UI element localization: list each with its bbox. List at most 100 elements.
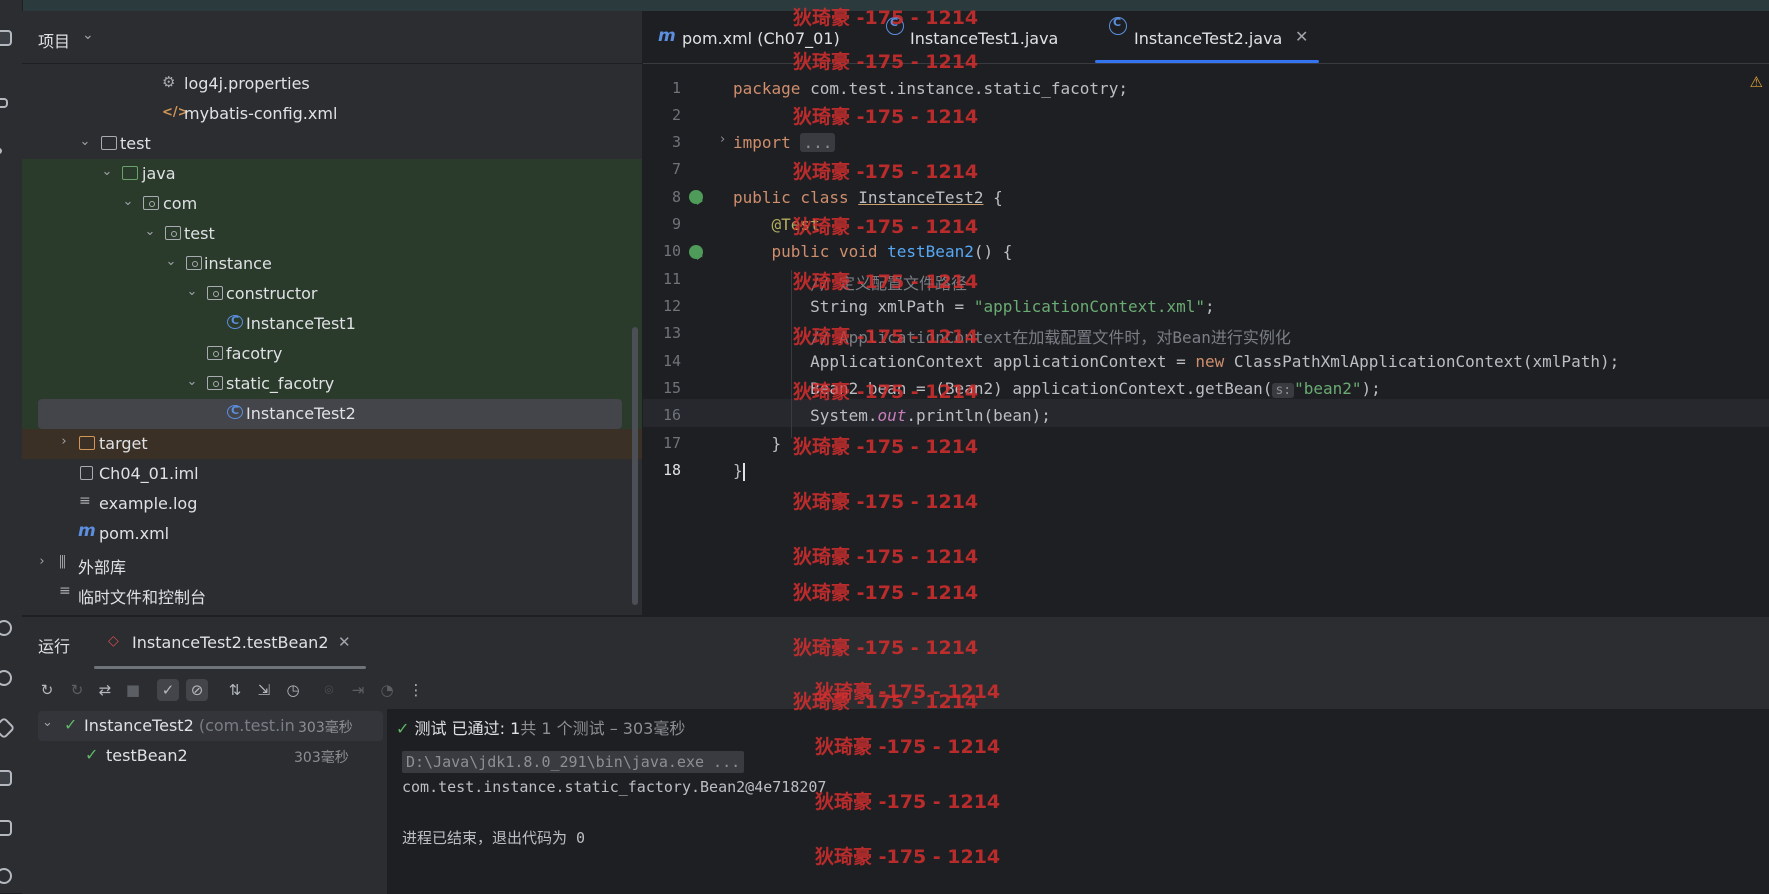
console-output[interactable]: ✓ 测试 已通过: 1共 1 个测试 – 303毫秒 D:\Java\jdk1.… (388, 681, 1769, 894)
warning-icon[interactable]: ⚠ (1750, 73, 1763, 91)
run-test-method-icon[interactable] (689, 245, 703, 260)
chevron-down-icon[interactable]: ⌄ (78, 134, 92, 149)
tree-item-java[interactable]: ⌄ java (22, 159, 642, 189)
tree-item-example-log[interactable]: ≡ example.log (22, 489, 642, 519)
chevron-down-icon[interactable]: ⌄ (185, 284, 199, 299)
sort-icon[interactable]: ⇅ (224, 679, 246, 701)
project-scrollbar[interactable] (632, 327, 638, 605)
project-panel-header: 项目 ⌄ (22, 11, 642, 64)
tree-item-mybatis-config[interactable]: </> mybatis-config.xml (22, 99, 642, 129)
history-icon[interactable]: ◷ (282, 679, 304, 701)
code-text: .println(bean); (906, 406, 1051, 425)
run-tab-indicator (94, 666, 366, 669)
collapse-icon[interactable]: ⇲ (253, 679, 275, 701)
show-passed-icon[interactable]: ✓ (157, 679, 179, 701)
terminal-tool-icon[interactable] (0, 820, 12, 836)
class-name: InstanceTest2 (858, 188, 984, 207)
chevron-down-icon[interactable]: ⌄ (100, 164, 114, 179)
project-tool-icon[interactable] (0, 30, 12, 46)
test-method-row[interactable]: ✓ testBean2 303毫秒 (38, 741, 383, 771)
watermark: 狄琦豪 -175 - 1214 (793, 582, 979, 604)
code-text: ApplicationContext applicationContext = (810, 352, 1196, 371)
rerun-failed-icon[interactable]: ↻ (66, 679, 88, 701)
chevron-down-icon[interactable]: ⌄ (121, 194, 135, 209)
tree-item-label: Ch04_01.iml (99, 464, 199, 483)
tree-item-iml[interactable]: Ch04_01.iml (22, 459, 642, 489)
more-options-icon[interactable]: ⋮ (405, 679, 427, 701)
run-tab-label[interactable]: InstanceTest2.testBean2 (132, 633, 329, 652)
commit-tool-icon[interactable] (0, 98, 8, 108)
chevron-right-icon[interactable]: › (35, 554, 49, 569)
xml-icon: </> (162, 105, 189, 120)
rerun-icon[interactable]: ↻ (36, 679, 58, 701)
status-count: 1 (510, 719, 521, 738)
class-icon (227, 314, 243, 329)
package-icon (207, 346, 223, 360)
maven-icon: m (78, 521, 96, 541)
line-number: 13 (662, 324, 681, 342)
package-icon (186, 256, 202, 270)
tree-item-instancetest2[interactable]: InstanceTest2 (38, 399, 622, 429)
test-duration: 303毫秒 (294, 750, 349, 766)
git-tool-icon[interactable] (0, 868, 12, 884)
chevron-down-icon[interactable]: ⌄ (143, 224, 157, 239)
tree-item-instance[interactable]: ⌄ instance (22, 249, 642, 279)
export-icon[interactable]: ⇥ (347, 679, 369, 701)
fold-expand-icon[interactable]: › (720, 132, 725, 147)
tree-item-label: java (142, 164, 176, 183)
project-panel: 项目 ⌄ ⚙ log4j.properties </> mybatis-conf… (22, 11, 642, 615)
folded-imports[interactable]: ... (800, 133, 836, 152)
tree-item-external-libs[interactable]: › ⫼ 外部库 (22, 549, 642, 579)
debug-tool-icon[interactable] (0, 670, 12, 686)
tree-item-test-folder[interactable]: ⌄ test (22, 129, 642, 159)
run-tool-icon[interactable] (0, 770, 12, 786)
tree-item-pom[interactable]: m pom.xml (22, 519, 642, 549)
run-panel-title: 运行 (38, 637, 71, 656)
tree-item-com[interactable]: ⌄ com (22, 189, 642, 219)
services-tool-icon[interactable] (0, 620, 12, 636)
tree-item-scratches[interactable]: ≡ 临时文件和控制台 (22, 579, 642, 609)
close-run-tab-icon[interactable]: ✕ (338, 633, 351, 651)
code-text: System. (810, 406, 878, 425)
tree-item-constructor[interactable]: ⌄ constructor (22, 279, 642, 309)
chevron-down-icon[interactable]: ⌄ (185, 374, 199, 389)
code-text: com.test.instance.static_facotry; (800, 79, 1128, 98)
project-title[interactable]: 项目 (38, 28, 70, 52)
test-passed-icon: ✓ (85, 745, 99, 764)
run-panel: 运行 ◇ InstanceTest2.testBean2 ✕ ↻ ↻ ⇄ ■ ✓… (22, 582, 1769, 894)
line-number: 16 (662, 406, 681, 424)
static-field: out (877, 406, 907, 425)
source-folder-icon (122, 166, 138, 180)
tab-instancetest2[interactable]: InstanceTest2.java ✕ (1095, 11, 1319, 63)
tree-item-test-package[interactable]: ⌄ test (22, 219, 642, 249)
more-tools-icon[interactable] (0, 148, 2, 154)
stop-icon[interactable]: ■ (122, 679, 144, 701)
folder-icon (79, 436, 95, 450)
tree-item-log4j[interactable]: ⚙ log4j.properties (22, 69, 642, 99)
java-command[interactable]: D:\Java\jdk1.8.0_291\bin\java.exe ... (402, 751, 745, 773)
log-icon: ≡ (79, 493, 91, 509)
tree-item-static-facotry[interactable]: ⌄ static_facotry (22, 369, 642, 399)
chevron-down-icon[interactable]: ⌄ (164, 254, 178, 269)
toggle-auto-test-icon[interactable]: ⇄ (94, 679, 116, 701)
code-text: { (983, 188, 1003, 207)
chevron-right-icon[interactable]: › (57, 434, 71, 449)
close-tab-icon[interactable]: ✕ (1295, 27, 1308, 46)
run-test-class-icon[interactable] (689, 190, 703, 205)
tree-item-instancetest1[interactable]: InstanceTest1 (22, 309, 642, 339)
code-line-1: package com.test.instance.static_facotry… (733, 79, 1128, 98)
coverage-icon[interactable]: ◔ (376, 679, 398, 701)
code-text: () { (973, 242, 1013, 261)
screenshot-icon[interactable]: ⌾ (318, 679, 340, 701)
test-passed-icon: ✓ (396, 719, 410, 738)
show-ignored-icon[interactable]: ⊘ (186, 679, 208, 701)
chevron-down-icon[interactable]: ⌄ (42, 715, 53, 730)
tree-item-target[interactable]: › target (22, 429, 642, 459)
test-class-package: (com.test.inst (198, 716, 310, 735)
chevron-down-icon[interactable]: ⌄ (82, 27, 94, 43)
tree-item-facotry[interactable]: facotry (22, 339, 642, 369)
test-class-row[interactable]: ⌄ ✓ InstanceTest2 (com.test.inst 303毫秒 (38, 711, 383, 741)
problems-tool-icon[interactable] (0, 716, 16, 740)
tree-item-label: mybatis-config.xml (184, 104, 338, 123)
line-number: 9 (671, 215, 681, 233)
